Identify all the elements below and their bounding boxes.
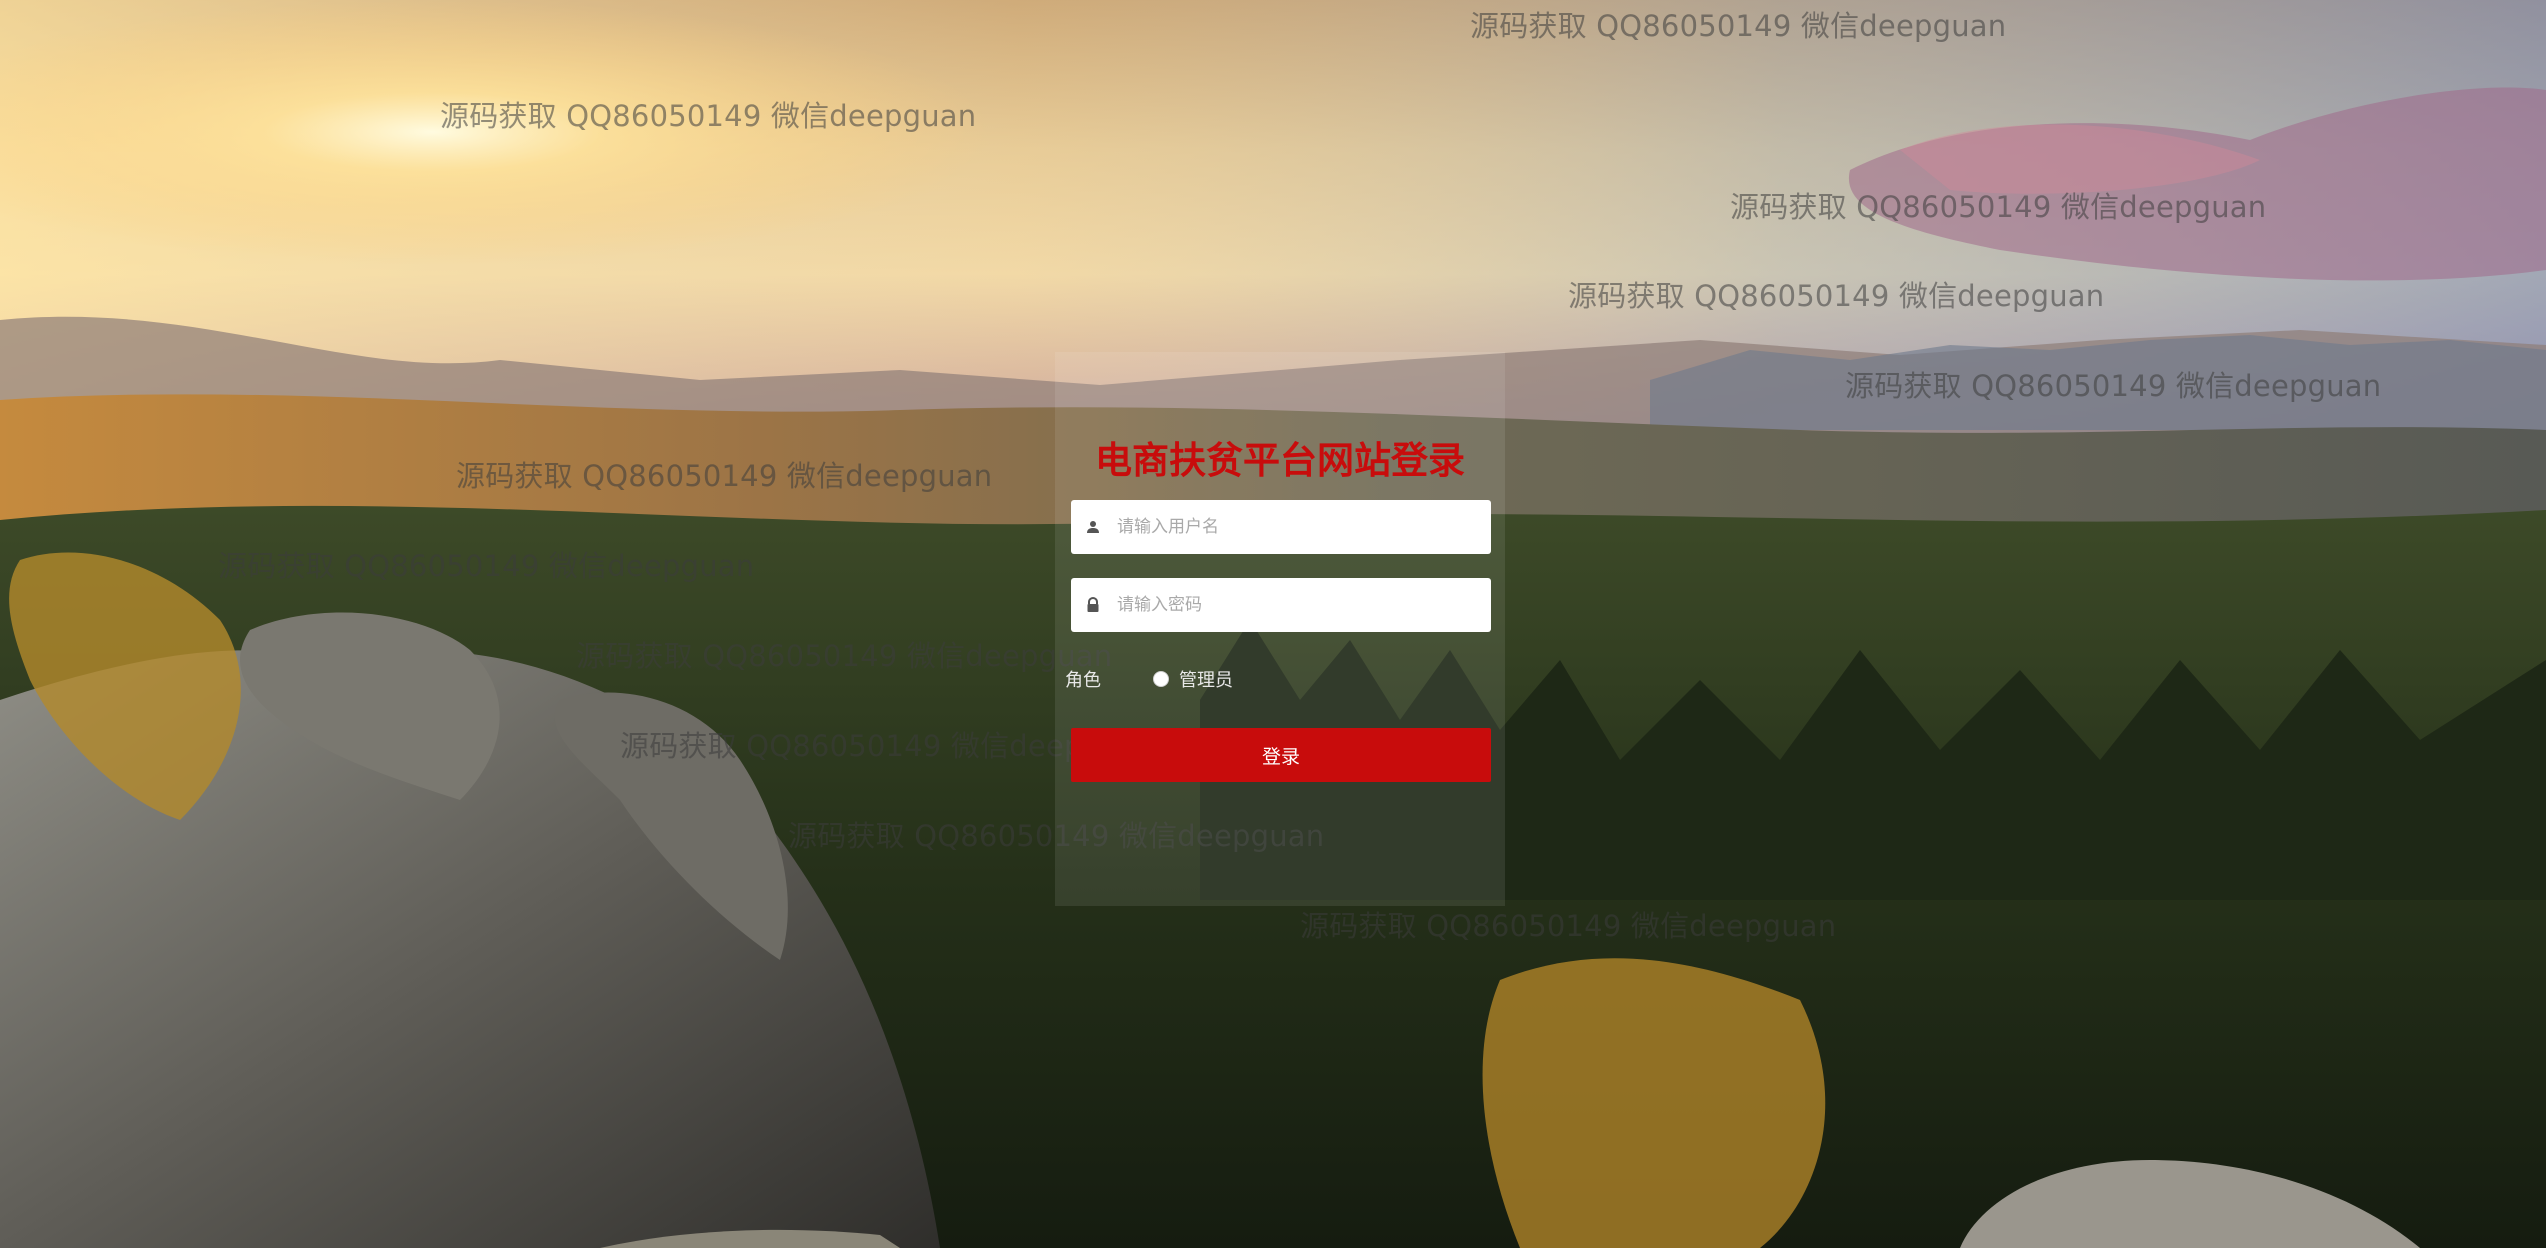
watermark: 源码获取 QQ86050149 微信deepguan [1730,190,2267,224]
username-input[interactable] [1115,516,1491,538]
watermark: 源码获取 QQ86050149 微信deepguan [576,639,1113,673]
login-panel: 电商扶贫平台网站登录 角色 管理员 登录 [1055,352,1505,906]
lock-icon [1083,595,1103,615]
watermark: 源码获取 QQ86050149 微信deepguan [1568,279,2105,313]
page-title: 电商扶贫平台网站登录 [1095,439,1465,482]
username-field[interactable] [1071,500,1491,554]
login-button[interactable]: 登录 [1071,728,1491,782]
password-field[interactable] [1071,578,1491,632]
password-input[interactable] [1115,594,1491,616]
watermark: 源码获取 QQ86050149 微信deepguan [218,549,755,583]
watermark: 源码获取 QQ86050149 微信deepguan [1845,369,2382,403]
watermark: 源码获取 QQ86050149 微信deepguan [1300,909,1837,943]
user-icon [1083,517,1103,537]
role-label: 角色 [1065,670,1101,691]
role-selector: 角色 管理员 [1065,664,1233,694]
role-radio-admin[interactable] [1153,671,1169,687]
watermark: 源码获取 QQ86050149 微信deepguan [440,99,977,133]
watermark: 源码获取 QQ86050149 微信deepguan [1470,9,2007,43]
role-option-label: 管理员 [1179,670,1233,691]
watermark: 源码获取 QQ86050149 微信deepguan [456,459,993,493]
